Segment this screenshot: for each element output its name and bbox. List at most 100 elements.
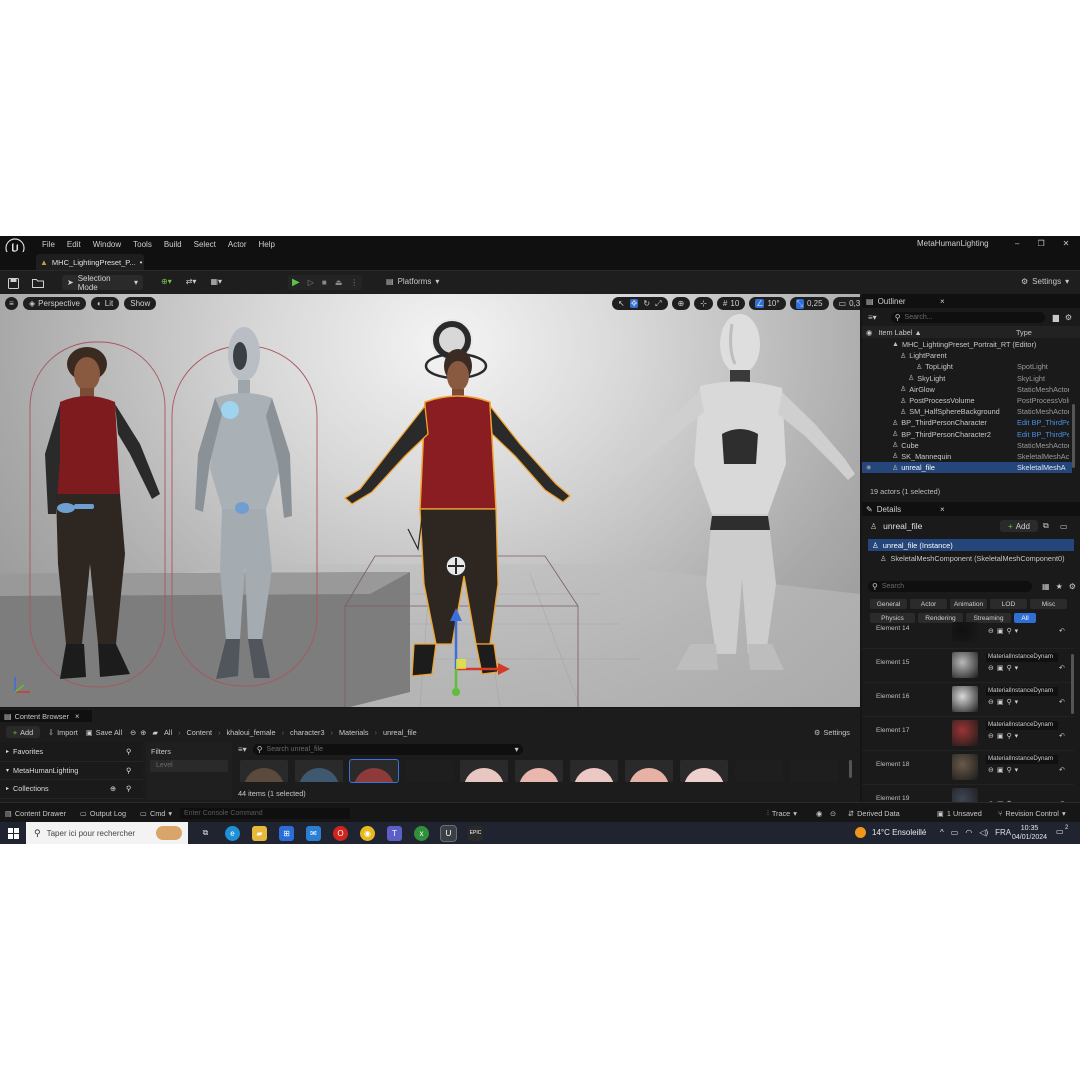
asset-thumbnail[interactable] [460,760,508,782]
gear-icon[interactable]: ⚙ [1069,582,1076,591]
chevron-up-icon[interactable]: ^ [940,828,944,837]
trace-dropdown[interactable]: ⫶ Trace ▾ [767,808,797,818]
instance-row[interactable]: ♙ unreal_file (Instance) [868,539,1074,551]
outliner-row[interactable]: ♙ TopLight SpotLight [862,361,1072,372]
grid-snap-button[interactable]: # 10 [716,297,746,310]
filter-chip-level[interactable]: Level [150,760,228,772]
breadcrumb-item[interactable]: Content [187,728,213,737]
asset-thumbnail[interactable] [790,760,838,782]
asset-thumbnail[interactable] [680,760,728,782]
notification-icon[interactable]: ▭ [1056,827,1064,836]
volume-icon[interactable]: ◁) [979,828,988,837]
filter-actor[interactable]: Actor [910,599,947,609]
material-name[interactable]: MaterialInstanceDynam [986,755,1058,764]
save-icon[interactable] [6,276,20,290]
clock[interactable]: 10:35 04/01/2024 [1012,824,1047,842]
add-collection-icon[interactable]: ⊕ [110,784,116,793]
show-button[interactable]: Show [124,297,157,310]
close-icon[interactable]: × [940,297,945,306]
find-icon[interactable]: ⚲ [1007,767,1015,774]
angle-snap-button[interactable]: ∠ 10° [749,297,786,310]
asset-thumbnail[interactable] [240,760,288,782]
blueprint-icon[interactable]: ⇄▾ [186,277,197,286]
close-icon[interactable]: ✕ [1063,239,1070,248]
level-tab[interactable]: ▲ MHC_LightingPreset_P... • [36,254,144,270]
select-tool-icon[interactable]: ↖ [618,299,625,308]
outliner-row-type[interactable]: Edit BP_ThirdPe [1017,430,1069,439]
task-view-icon[interactable]: ⧉ [198,826,213,841]
blueprint-icon[interactable]: ⧉ [1043,521,1049,531]
outliner-row[interactable]: ♙ LightParent [862,350,1072,361]
gear-icon[interactable]: ⚙ [1065,313,1072,322]
filter-misc[interactable]: Misc [1030,599,1067,609]
use-selected-icon[interactable]: ▣ [997,699,1007,706]
find-icon[interactable]: ⚲ [1007,733,1015,740]
menu-item-file[interactable]: File [42,240,55,249]
filter-physics[interactable]: Physics [870,613,915,623]
console-input[interactable]: Enter Console Command [180,807,351,819]
maximize-icon[interactable]: ❐ [1037,239,1044,248]
perspective-button[interactable]: ◈ Perspective [23,297,86,310]
level-viewport[interactable]: ≡ ◈ Perspective ◐ Lit Show ↖ ✥ ↻ ⤢ ⊕ ⊹ #… [0,294,860,707]
back-icon[interactable]: ⊖ [130,728,136,737]
menu-item-edit[interactable]: Edit [67,240,81,249]
cb-add-button[interactable]: + Add [6,726,40,738]
chevron-down-icon[interactable]: ▾ [1015,767,1022,774]
menu-item-build[interactable]: Build [164,240,182,249]
filter-icon[interactable]: ≡▾ [868,313,877,322]
weather-label[interactable]: 14°C Ensoleillé [872,828,926,837]
reset-icon[interactable]: ↶ [1059,732,1065,740]
outliner-row[interactable]: ♙ BP_ThirdPersonCharacter2 Edit BP_ThirdPe [862,429,1072,440]
forward-icon[interactable]: ⊕ [140,728,146,737]
camera-icon[interactable]: ⊙ [830,809,836,818]
network-icon[interactable]: ▭ [951,828,959,837]
file-explorer-icon[interactable]: ▰ [252,825,267,841]
outliner-search-input[interactable]: ⚲ Search... [890,311,1045,323]
browse-icon[interactable]: ⊖ [988,733,997,740]
xbox-icon[interactable]: x [414,825,429,841]
details-search-input[interactable]: ⚲ Search [868,580,1032,592]
breadcrumb-item[interactable]: All [164,728,172,737]
outliner-scrollbar[interactable] [1072,404,1075,468]
close-icon[interactable]: × [75,712,80,721]
browse-icon[interactable]: ⊖ [988,665,997,672]
outliner-row[interactable]: ♙ Cube StaticMeshActor [862,440,1072,451]
menu-item-actor[interactable]: Actor [228,240,247,249]
asset-thumbnail[interactable] [515,760,563,782]
mail-icon[interactable]: ✉ [306,825,321,841]
material-thumbnail[interactable] [952,754,978,780]
filter-all[interactable]: All [1014,613,1036,623]
outliner-row[interactable]: ♙ SM_HalfSphereBackground StaticMeshActor [862,406,1072,417]
content-browser-icon[interactable] [30,276,46,290]
use-selected-icon[interactable]: ▣ [997,665,1007,672]
visibility-icon[interactable]: ◉ [866,464,880,471]
outliner-tab[interactable]: ▤ Outliner × [862,294,1080,308]
output-log-button[interactable]: ▭ Output Log [80,809,126,818]
import-button[interactable]: ⇩ Import [48,728,78,737]
derived-data-button[interactable]: ⇵ Derived Data [848,809,900,818]
epic-games-icon[interactable]: EPIC [468,825,483,841]
add-actor-icon[interactable]: ⊕▾ [161,277,172,286]
more-options-icon[interactable]: ⋮ [350,278,358,287]
settings-dropdown[interactable]: ⚙ Settings ▾ [1021,277,1069,286]
scale-snap-button[interactable]: ⤡ 0,25 [789,297,829,310]
cinematics-icon[interactable]: ▦▾ [210,277,222,286]
chevron-down-icon[interactable]: ▾ [1015,733,1022,740]
find-icon[interactable]: ⚲ [1007,699,1015,706]
use-selected-icon[interactable]: ▣ [997,628,1007,635]
content-browser-tab[interactable]: ▤ Content Browser × [0,710,92,722]
menu-item-select[interactable]: Select [194,240,216,249]
lit-button[interactable]: ◐ Lit [90,297,120,310]
breadcrumb-item[interactable]: khaloui_female [227,728,276,737]
details-tab[interactable]: ✎ Details × [862,502,1080,516]
chrome-icon[interactable]: ◉ [360,825,375,841]
reset-icon[interactable]: ↶ [1059,698,1065,706]
edge-icon[interactable]: e [225,825,240,841]
menu-item-help[interactable]: Help [259,240,275,249]
cmd-dropdown[interactable]: ▭ Cmd ▾ [140,809,172,818]
camera-speed-button[interactable]: ▭ 0,33 [832,297,860,310]
windows-start-icon[interactable] [0,822,26,844]
browse-icon[interactable]: ⊖ [988,628,997,635]
viewport-menu-button[interactable]: ≡ [5,297,18,310]
move-tool-icon[interactable]: ✥ [629,299,639,308]
